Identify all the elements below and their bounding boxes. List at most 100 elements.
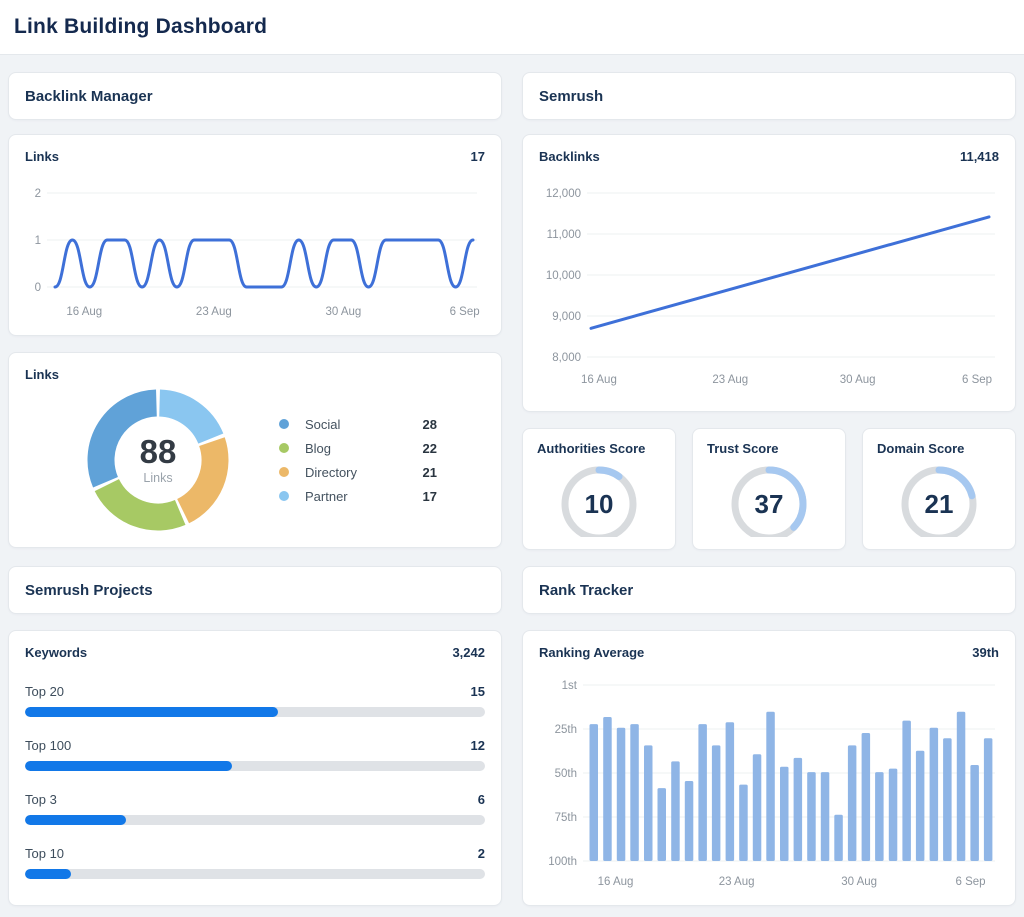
svg-text:8,000: 8,000	[552, 352, 581, 364]
svg-text:25th: 25th	[555, 724, 577, 736]
authorities-score-title: Authorities Score	[537, 441, 645, 456]
legend-dot-icon	[279, 491, 289, 501]
page-title: Link Building Dashboard	[14, 15, 267, 39]
svg-text:6 Sep: 6 Sep	[450, 306, 480, 318]
progress-fill	[25, 707, 278, 717]
links-line-title: Links	[25, 149, 59, 164]
svg-text:9,000: 9,000	[552, 311, 581, 323]
legend-dot-icon	[279, 467, 289, 477]
svg-text:0: 0	[35, 282, 41, 294]
authorities-score-card: Authorities Score 10	[522, 428, 676, 550]
links-line-card: Links 17 21016 Aug23 Aug30 Aug6 Sep	[8, 134, 502, 336]
domain-score-card: Domain Score 21	[862, 428, 1016, 550]
svg-text:23 Aug: 23 Aug	[719, 876, 755, 888]
dashboard-body: Backlink Manager Links 17 21 0 16 Aug 23 Au…	[0, 55, 1024, 917]
domain-score-gauge: 21	[896, 461, 982, 537]
links-line-chart: 21016 Aug23 Aug30 Aug6 Sep	[25, 167, 487, 325]
svg-text:30 Aug: 30 Aug	[326, 306, 362, 318]
keyword-progress-group: Top 3 6	[25, 792, 485, 825]
legend-item: Directory21	[279, 465, 437, 480]
section-title: Backlink Manager	[25, 88, 153, 105]
svg-text:30 Aug: 30 Aug	[840, 374, 876, 386]
ranking-bar-chart: 1st 25th 50th 75th 100th 16 Aug 23 Aug 30 Aug 6 …	[539, 663, 1001, 895]
ranking-title: Ranking Average	[539, 645, 644, 660]
left-column: Backlink Manager Links 17 21016 Aug23 Au…	[8, 72, 502, 906]
section-title: Semrush	[539, 88, 603, 105]
svg-text:1: 1	[35, 235, 41, 247]
keyword-row: Top 10012	[25, 738, 485, 753]
keyword-count: 6	[478, 792, 485, 807]
legend-dot-icon	[279, 443, 289, 453]
ranking-average-card: Ranking Average 39th 1st 25th 50th 75th 100t…	[522, 630, 1016, 906]
backlinks-title: Backlinks	[539, 149, 600, 164]
right-column: Semrush Backlinks 11,418 12,000 11,000 10,…	[522, 72, 1016, 906]
donut-area: 88 Links Social 28 Blog 22 Directory21 Partne…	[25, 385, 485, 535]
card-head: Ranking Average 39th	[539, 645, 999, 663]
section-title: Semrush Projects	[25, 582, 153, 599]
keywords-card: Keywords 3,242 Top 2015Top 10012Top 36To…	[8, 630, 502, 906]
svg-text:10,000: 10,000	[546, 270, 581, 282]
trust-score-card: Trust Score 37	[692, 428, 846, 550]
svg-text:100th: 100th	[548, 856, 577, 868]
svg-text:16 Aug: 16 Aug	[66, 306, 102, 318]
legend-label: Blog	[305, 441, 331, 456]
svg-text:30 Aug: 30 Aug	[841, 876, 877, 888]
progress-fill	[25, 761, 232, 771]
keyword-progress-group: Top 10012	[25, 738, 485, 771]
card-head: Backlinks 11,418	[539, 149, 999, 167]
domain-score-title: Domain Score	[877, 441, 964, 456]
keyword-row: Top 102	[25, 846, 485, 861]
legend-label: Directory	[305, 465, 357, 480]
backlinks-line-chart: 12,000 11,000 10,000 9,000 8,00016 Aug 23 Aug…	[539, 167, 1001, 397]
legend-value: 17	[423, 489, 437, 504]
progress-track	[25, 815, 485, 825]
top-header-bar: Link Building Dashboard	[0, 0, 1024, 55]
keyword-count: 15	[471, 684, 485, 699]
keyword-row: Top 20 15	[25, 684, 485, 699]
svg-text:75th: 75th	[555, 812, 577, 824]
keyword-range-label: Top 20	[25, 684, 64, 699]
card-head: Links	[25, 367, 485, 385]
svg-text:10: 10	[585, 489, 614, 519]
legend-dot-icon	[279, 419, 289, 429]
progress-track	[25, 869, 485, 879]
legend-label: Social	[305, 417, 340, 432]
legend-item: Social 28	[279, 417, 437, 432]
keywords-progress-list: Top 20 15 Top 10012 Top 3 6 Top 102	[25, 684, 485, 879]
svg-text:50th: 50th	[555, 768, 577, 780]
keyword-row: Top 3 6	[25, 792, 485, 807]
svg-text:11,000: 11,000	[547, 229, 581, 241]
keywords-title: Keywords	[25, 645, 87, 660]
section-rank-tracker: Rank Tracker	[522, 566, 1016, 614]
donut-wrap: 88 Links	[83, 385, 233, 535]
svg-text:16 Aug: 16 Aug	[581, 374, 617, 386]
links-donut-chart	[83, 385, 233, 535]
section-semrush-projects: Semrush Projects	[8, 566, 502, 614]
authorities-score-gauge: 10	[556, 461, 642, 537]
svg-text:6 Sep: 6 Sep	[955, 876, 985, 888]
legend-label: Partner	[305, 489, 348, 504]
score-cards-row: Authorities Score 10 Trust Score 37 Doma…	[522, 428, 1016, 550]
svg-text:1st: 1st	[562, 680, 578, 692]
section-semrush: Semrush	[522, 72, 1016, 120]
links-line-total: 17	[471, 149, 485, 164]
card-head: Links 17	[25, 149, 485, 167]
legend-item: Partner 17	[279, 489, 437, 504]
progress-fill	[25, 869, 71, 879]
svg-text:23 Aug: 23 Aug	[712, 374, 748, 386]
keyword-range-label: Top 10	[25, 846, 64, 861]
svg-text:21: 21	[925, 489, 954, 519]
legend-value: 28	[423, 417, 437, 432]
backlinks-total: 11,418	[960, 149, 999, 164]
legend-value: 22	[423, 441, 437, 456]
progress-track	[25, 761, 485, 771]
svg-text:16 Aug: 16 Aug	[598, 876, 634, 888]
links-donut-card: Links 88 Links Social 28 Blog 22 Directory21…	[8, 352, 502, 548]
svg-text:12,000: 12,000	[546, 188, 581, 200]
backlinks-card: Backlinks 11,418 12,000 11,000 10,000 9,000…	[522, 134, 1016, 412]
svg-text:6 Sep: 6 Sep	[962, 374, 992, 386]
trust-score-title: Trust Score	[707, 441, 779, 456]
svg-text:37: 37	[755, 489, 784, 519]
keyword-range-label: Top 3	[25, 792, 57, 807]
trust-score-gauge: 37	[726, 461, 812, 537]
